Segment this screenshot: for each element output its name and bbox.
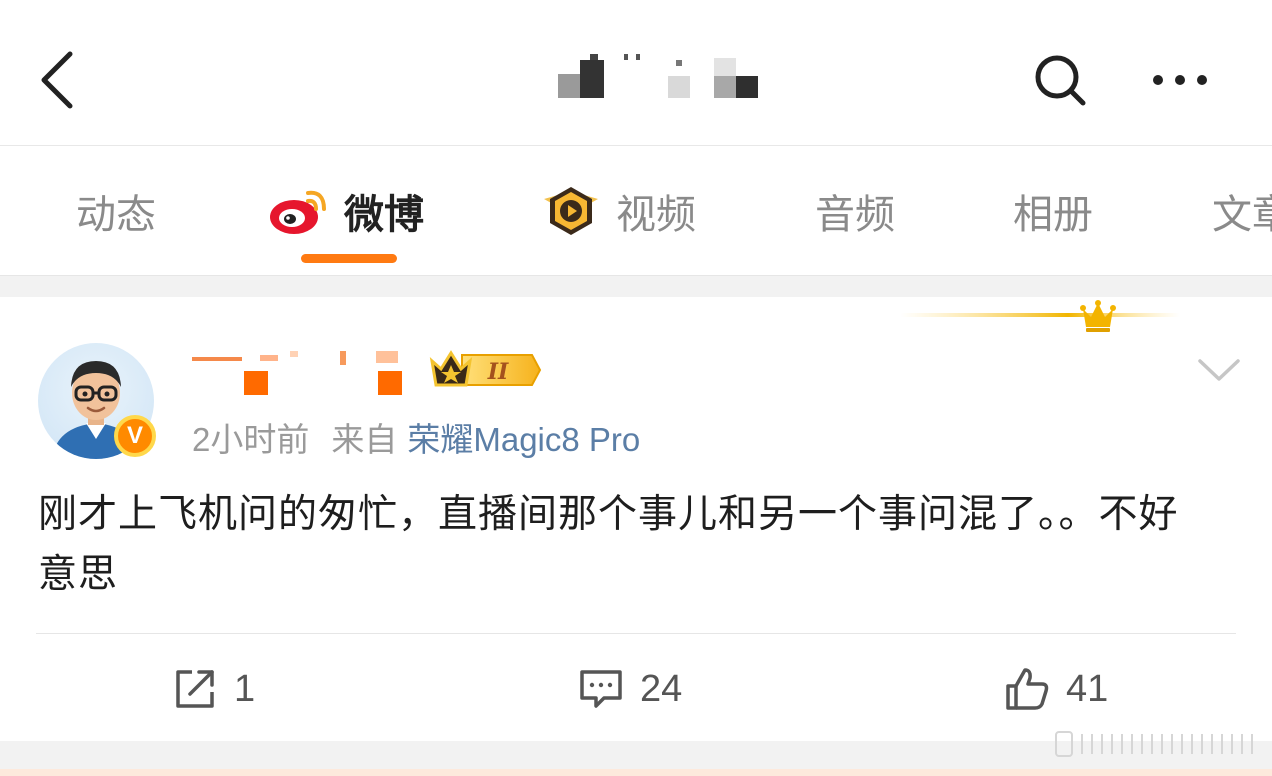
thumbs-up-icon	[1006, 668, 1049, 710]
tab-weibo[interactable]: 微博	[268, 185, 424, 238]
back-button[interactable]	[34, 44, 86, 116]
source-prefix: 来自	[331, 421, 398, 458]
comment-count: 24	[640, 667, 683, 710]
member-level-badge[interactable]: II	[428, 349, 544, 391]
more-dots-icon	[1153, 75, 1207, 85]
tab-label: 视频	[616, 192, 696, 238]
top-navigation-bar	[0, 0, 1272, 146]
post-card: V II 2小时前 来自 荣耀Magic8 Pro 刚才上飞机问的匆忙，直播间那…	[0, 297, 1272, 741]
comment-button[interactable]: 24	[578, 665, 682, 713]
action-divider	[36, 633, 1236, 634]
tab-album[interactable]: 相册	[1013, 185, 1093, 238]
tab-label: 文章	[1212, 192, 1272, 238]
next-card-edge	[0, 769, 1272, 776]
profile-title-mosaic	[540, 52, 780, 102]
tab-video[interactable]: 视频	[540, 185, 696, 238]
post-source-link[interactable]: 荣耀Magic8 Pro	[407, 421, 640, 458]
tab-label: 音频	[815, 192, 895, 238]
section-divider	[0, 275, 1272, 297]
like-count: 41	[1066, 667, 1109, 710]
tab-audio[interactable]: 音频	[815, 185, 895, 238]
tab-label: 微博	[344, 192, 424, 238]
post-meta: 2小时前 来自 荣耀Magic8 Pro	[192, 413, 640, 461]
profile-tabs: 动态 微博 视频 音频 相册 文章	[0, 147, 1272, 275]
decorative-gold-line	[900, 313, 1180, 317]
search-icon	[1035, 55, 1086, 106]
crown-level-icon: II	[429, 350, 542, 387]
weibo-logo-icon	[270, 190, 326, 234]
video-badge-icon	[544, 187, 598, 235]
watermark-graphic	[1055, 731, 1253, 757]
crown-icon	[1080, 300, 1116, 332]
back-arrow-icon	[41, 51, 73, 109]
post-menu-button[interactable]	[1196, 349, 1242, 389]
tab-dynamic[interactable]: 动态	[76, 185, 156, 238]
tab-label: 相册	[1013, 192, 1093, 238]
active-tab-indicator	[301, 254, 397, 263]
tab-articles[interactable]: 文章	[1212, 185, 1272, 238]
level-text: II	[487, 359, 509, 385]
repost-count: 1	[234, 667, 256, 710]
chevron-down-icon	[1198, 359, 1240, 381]
repost-icon	[176, 670, 214, 708]
more-options-button[interactable]	[1148, 60, 1212, 100]
username-mosaic[interactable]	[190, 347, 420, 395]
post-body-text: 刚才上飞机问的匆忙，直播间那个事儿和另一个事问混了。。不好意思	[38, 492, 1179, 597]
search-button[interactable]	[1030, 50, 1090, 110]
post-time: 2小时前	[192, 421, 310, 458]
comment-icon	[580, 670, 622, 708]
verified-badge: V	[114, 415, 156, 457]
repost-button[interactable]: 1	[172, 665, 255, 713]
like-button[interactable]: 41	[1004, 665, 1108, 713]
tab-label: 动态	[76, 192, 156, 238]
